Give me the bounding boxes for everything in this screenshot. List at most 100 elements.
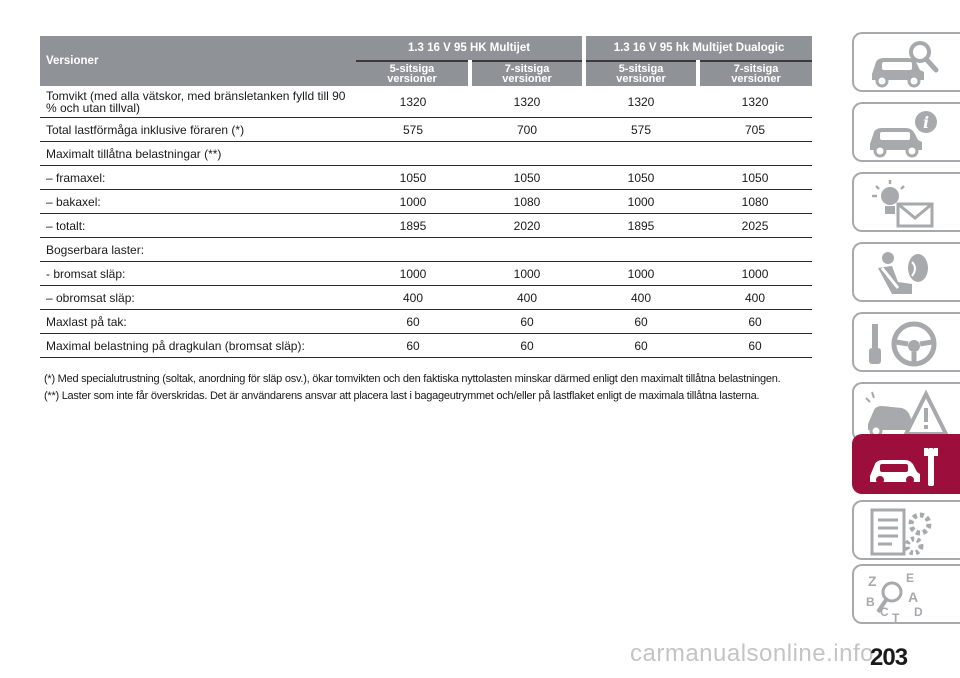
tab-car-info[interactable]: i (852, 102, 960, 162)
svg-text:T: T (892, 611, 900, 622)
table-row: Bogserbara laster: (40, 237, 813, 262)
table-row: Maxlast på tak: 60 60 60 60 (40, 309, 813, 334)
page-number: 203 (870, 644, 908, 671)
footnote-2: (**) Laster som inte får överskridas. De… (44, 390, 760, 402)
row-value: 2025 (698, 213, 813, 238)
row-value: 1050 (470, 165, 585, 190)
alphabet-index-icon: Z E B A C D T (866, 571, 923, 622)
row-value: 1080 (698, 189, 813, 214)
row-value: 1000 (356, 189, 470, 214)
svg-text:E: E (906, 571, 914, 585)
tab-warning-lights[interactable] (852, 172, 960, 232)
row-value: 60 (470, 333, 585, 358)
tab-technical-data[interactable] (852, 500, 960, 560)
row-value: 1320 (698, 86, 813, 118)
row-value: 575 (584, 117, 699, 142)
specifications-page: Versioner 1.3 16 V 95 HK Multijet 1.3 16… (40, 36, 813, 358)
row-value: 400 (470, 285, 585, 310)
subheader-7-seat-multijet: 7-sitsiga versioner (470, 61, 587, 86)
table-row: - bromsat släp: 1000 1000 1000 1000 (40, 261, 813, 286)
row-label: – bakaxel: (40, 189, 356, 214)
row-value: 1000 (698, 261, 813, 286)
table-row: Maximalt tillåtna belastningar (**) (40, 141, 813, 166)
row-value: 60 (470, 309, 585, 334)
table-row: – obromsat släp: 400 400 400 400 (40, 285, 813, 310)
row-value: 1320 (356, 86, 470, 118)
row-label: Bogserbara laster: (40, 237, 356, 262)
subheader-5-seat-dualogic: 5-sitsiga versioner (584, 61, 701, 86)
row-value: 1050 (698, 165, 813, 190)
row-value: 1000 (470, 261, 585, 286)
row-value: 60 (698, 309, 813, 334)
checklist-gears-icon (870, 508, 932, 556)
row-label: – totalt: (40, 213, 356, 238)
table-row: – totalt: 1895 2020 1895 2025 (40, 213, 813, 238)
footnote-1: (*) Med specialutrustning (soltak, anord… (44, 373, 781, 385)
tab-emergency[interactable] (852, 382, 960, 442)
row-value: 400 (356, 285, 470, 310)
row-value: 1080 (470, 189, 585, 214)
row-value (470, 237, 585, 262)
row-label: Tomvikt (med alla vätskor, med bränsleta… (40, 86, 356, 118)
row-value (584, 141, 699, 166)
tab-safety[interactable] (852, 242, 960, 302)
tab-car-inspection[interactable] (852, 32, 960, 92)
car-wrench-icon (870, 448, 938, 486)
car-magnifier-icon (872, 41, 939, 88)
row-value (584, 237, 699, 262)
subheader-5-seat-multijet: 5-sitsiga versioner (356, 61, 472, 86)
row-value: 60 (356, 309, 470, 334)
row-label: Total lastförmåga inklusive föraren (*) (40, 117, 356, 142)
warning-light-message-icon (872, 180, 934, 228)
row-value: 400 (584, 285, 699, 310)
row-value: 60 (698, 333, 813, 358)
row-label: - bromsat släp: (40, 261, 356, 286)
tab-starting-driving[interactable] (852, 312, 960, 372)
row-value (698, 237, 813, 262)
weights-table: Versioner 1.3 16 V 95 HK Multijet 1.3 16… (40, 36, 813, 358)
svg-text:D: D (914, 605, 923, 619)
engine-group-header-dualogic: 1.3 16 V 95 hk Multijet Dualogic (584, 36, 813, 62)
seat-airbag-icon (878, 252, 928, 294)
car-info-icon: i (870, 111, 937, 158)
row-value: 1320 (470, 86, 585, 118)
row-value: 1000 (584, 261, 699, 286)
watermark: carmanualsonline.info (630, 640, 874, 667)
table-row: Tomvikt (med alla vätskor, med bränsleta… (40, 86, 813, 118)
car-warning-triangle-icon (865, 389, 950, 438)
tab-index[interactable]: Z E B A C D T (852, 564, 960, 624)
row-label: Maxlast på tak: (40, 309, 356, 334)
subheader-7-seat-dualogic: 7-sitsiga versioner (698, 61, 813, 86)
engine-group-header-multijet: 1.3 16 V 95 HK Multijet (356, 36, 587, 62)
svg-text:B: B (866, 595, 875, 609)
row-value: 1000 (584, 189, 699, 214)
key-steering-wheel-icon (869, 321, 937, 367)
row-value: 1895 (356, 213, 470, 238)
footnotes: (*) Med specialutrustning (soltak, anord… (44, 373, 824, 407)
row-value: 705 (698, 117, 813, 142)
table-row: Total lastförmåga inklusive föraren (*) 5… (40, 117, 813, 142)
svg-text:Z: Z (868, 573, 877, 589)
row-value (356, 237, 470, 262)
row-value: 1050 (584, 165, 699, 190)
row-value: 1000 (356, 261, 470, 286)
svg-text:A: A (908, 589, 918, 605)
row-label: Maximalt tillåtna belastningar (**) (40, 141, 356, 166)
row-value: 575 (356, 117, 470, 142)
versions-header: Versioner (40, 36, 356, 86)
row-value (470, 141, 585, 166)
row-value: 60 (584, 309, 699, 334)
row-value: 700 (470, 117, 585, 142)
table-row: – bakaxel: 1000 1080 1000 1080 (40, 189, 813, 214)
row-value: 2020 (470, 213, 585, 238)
row-value: 1050 (356, 165, 470, 190)
tab-service-maintenance[interactable] (852, 434, 960, 494)
row-value: 400 (698, 285, 813, 310)
table-row: – framaxel: 1050 1050 1050 1050 (40, 165, 813, 190)
row-value: 60 (584, 333, 699, 358)
table-row: Maximal belastning på dragkulan (bromsat… (40, 333, 813, 358)
row-value (698, 141, 813, 166)
row-label: – obromsat släp: (40, 285, 356, 310)
row-label: – framaxel: (40, 165, 356, 190)
row-value (356, 141, 470, 166)
